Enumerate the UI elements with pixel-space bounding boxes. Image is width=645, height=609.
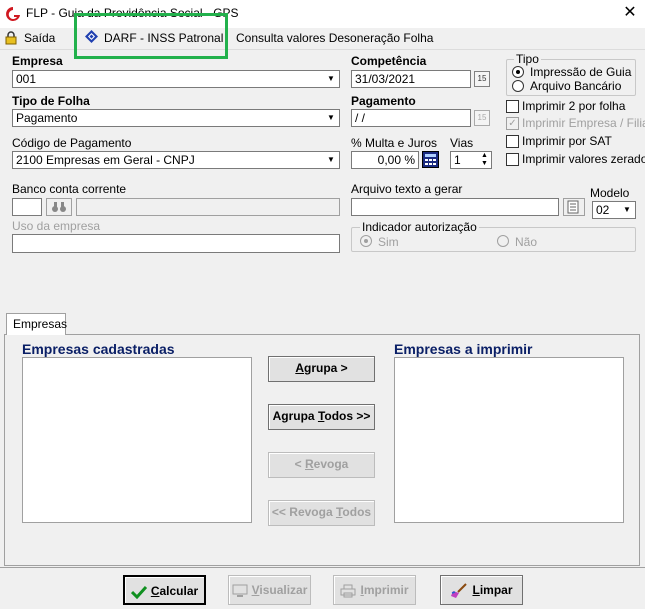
checkbox-imprimir-2[interactable] (506, 100, 519, 113)
visualizar-button[interactable]: Visualizar (228, 575, 311, 605)
monitor-icon (232, 584, 248, 597)
chevron-down-icon[interactable]: ▼ (620, 203, 634, 217)
calcular-button[interactable]: Calcular (123, 575, 206, 605)
vias-label: Vias (450, 136, 474, 150)
menu-consulta-desoneracao[interactable]: Consulta valores Desoneração Folha (236, 30, 433, 48)
empresas-imprimir-list[interactable] (394, 357, 624, 523)
indicador-group-title: Indicador autorização (360, 220, 479, 234)
checkbox-imprimir-sat[interactable] (506, 135, 519, 148)
modelo-combo[interactable]: 02 ▼ (592, 201, 636, 219)
chevron-down-icon[interactable]: ▼ (324, 153, 338, 167)
competencia-label: Competência (351, 54, 427, 68)
radio-nao[interactable] (497, 235, 509, 247)
codigo-pagamento-label: Código de Pagamento (12, 136, 132, 150)
broom-icon (451, 583, 468, 598)
tipo-folha-combo[interactable]: Pagamento ▼ (12, 109, 340, 127)
uso-empresa-input[interactable] (12, 234, 340, 253)
calendar-icon[interactable]: 15 (474, 110, 490, 126)
calculator-icon[interactable] (422, 151, 439, 168)
menu-darf-inss-patronal[interactable]: DARF - INSS Patronal (104, 30, 223, 48)
tipo-folha-value: Pagamento (16, 111, 78, 125)
binoculars-icon[interactable] (46, 198, 72, 216)
imprimir-button[interactable]: Imprimir (333, 575, 416, 605)
banco-code-input[interactable] (12, 198, 42, 216)
checkbox-imprimir-zerados[interactable] (506, 153, 519, 166)
impressao-guia-label: Impressão de Guia (530, 65, 632, 79)
radio-impressao-guia[interactable] (512, 66, 524, 78)
pagamento-input[interactable]: / / (351, 109, 471, 127)
window-title: FLP - Guia da Previdência Social - GPS (26, 6, 239, 20)
empresas-cadastradas-title: Empresas cadastradas (22, 341, 175, 357)
tipo-group-title: Tipo (514, 52, 541, 66)
pagamento-label: Pagamento (351, 94, 416, 108)
multa-juros-input[interactable]: 0,00 % (351, 151, 419, 169)
check-icon (130, 585, 147, 599)
imprimir-2-label: Imprimir 2 por folha (522, 99, 626, 113)
chevron-down-icon[interactable]: ▼ (324, 72, 338, 86)
banco-label: Banco conta corrente (12, 182, 127, 196)
arquivo-texto-label: Arquivo texto a gerar (351, 182, 463, 196)
checkbox-imprimir-empresa[interactable]: ✓ (506, 117, 519, 130)
file-browse-icon[interactable] (563, 198, 585, 216)
imprimir-sat-label: Imprimir por SAT (522, 134, 612, 148)
close-icon[interactable]: ✕ (620, 3, 640, 23)
printer-icon (340, 584, 356, 598)
sim-label: Sim (378, 235, 399, 249)
darf-diamond-icon (85, 30, 98, 43)
footer-divider (0, 567, 645, 568)
tipo-folha-label: Tipo de Folha (12, 94, 90, 108)
empresa-label: Empresa (12, 54, 63, 68)
competencia-input[interactable]: 31/03/2021 (351, 70, 471, 88)
arquivo-texto-input[interactable] (351, 198, 559, 216)
limpar-button[interactable]: Limpar (440, 575, 523, 605)
arquivo-bancario-label: Arquivo Bancário (530, 79, 622, 93)
multa-juros-label: % Multa e Juros (351, 136, 438, 150)
empresas-imprimir-title: Empresas a imprimir (394, 341, 533, 357)
empresas-cadastradas-list[interactable] (22, 357, 252, 523)
imprimir-zerados-label: Imprimir valores zerados (522, 152, 645, 166)
radio-arquivo-bancario[interactable] (512, 80, 524, 92)
codigo-pagamento-value: 2100 Empresas em Geral - CNPJ (16, 153, 195, 167)
radio-sim[interactable] (360, 235, 372, 247)
uso-empresa-label: Uso da empresa (12, 219, 101, 233)
empresa-value: 001 (16, 72, 37, 86)
nao-label: Não (515, 235, 538, 249)
agrupa-todos-button[interactable]: Agrupa Todos >> (268, 404, 375, 430)
modelo-value: 02 (596, 203, 610, 217)
chevron-down-icon[interactable]: ▼ (324, 111, 338, 125)
banco-name-input[interactable] (76, 198, 340, 216)
spin-icon[interactable]: ▲ ▼ (478, 152, 491, 168)
menu-saida[interactable]: Saída (24, 30, 55, 48)
imprimir-empresa-label: Imprimir Empresa / Filial (522, 116, 645, 130)
revoga-button[interactable]: < Revoga (268, 452, 375, 478)
lock-icon (5, 31, 17, 45)
empresa-combo[interactable]: 001 ▼ (12, 70, 340, 88)
modelo-label: Modelo (590, 186, 630, 200)
app-logo-icon (6, 7, 20, 21)
revoga-todos-button[interactable]: << Revoga Todos (268, 500, 375, 526)
codigo-pagamento-combo[interactable]: 2100 Empresas em Geral - CNPJ ▼ (12, 151, 340, 169)
calendar-icon[interactable]: 15 (474, 71, 490, 87)
agrupa-button[interactable]: Agrupa > (268, 356, 375, 382)
tab-empresas[interactable]: Empresas (6, 313, 67, 335)
